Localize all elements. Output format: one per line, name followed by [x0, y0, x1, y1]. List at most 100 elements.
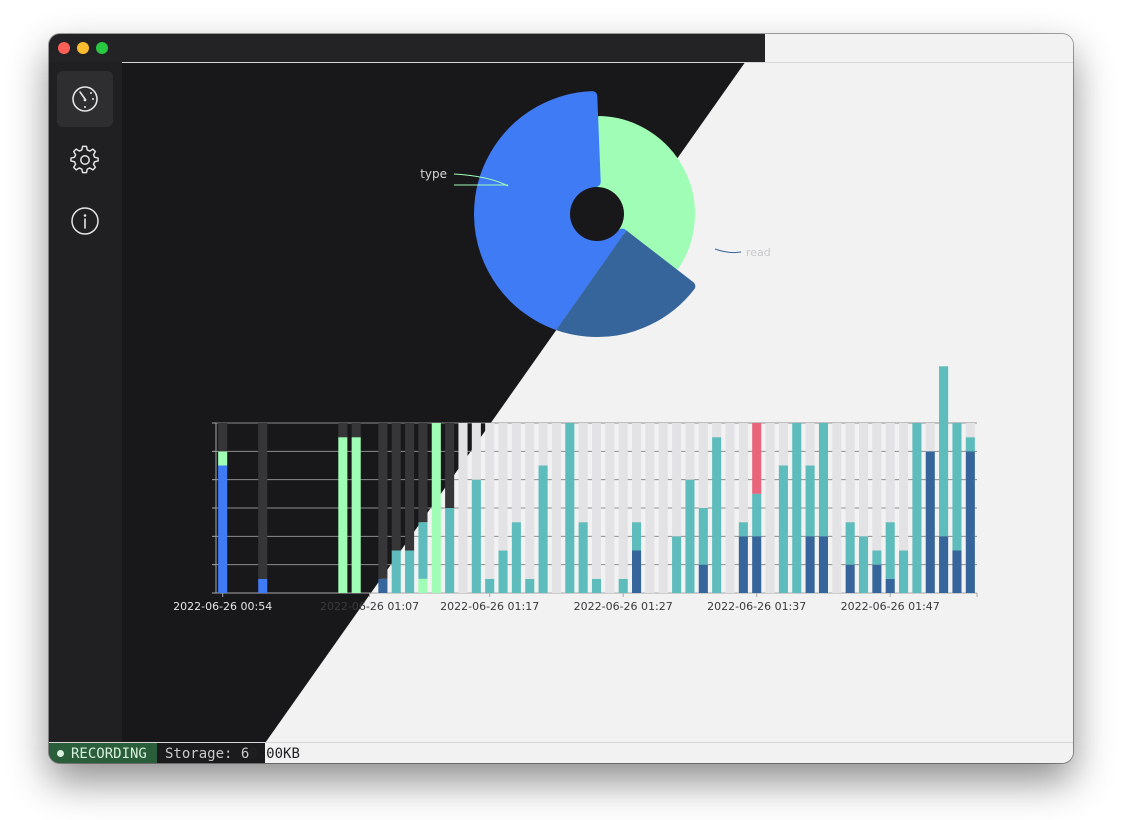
bar-segment-alert — [752, 423, 762, 494]
bar-background — [658, 423, 668, 593]
bar-background — [591, 423, 602, 579]
bar-segment-read — [965, 451, 975, 593]
bar-segment-other — [899, 550, 909, 593]
bar-background — [725, 423, 735, 593]
title-bar — [49, 34, 1073, 63]
bar-background — [218, 423, 228, 452]
bar-segment-other — [538, 465, 548, 593]
bar-segment-read — [845, 564, 855, 593]
bar-background — [498, 423, 508, 551]
bar-background — [698, 423, 708, 508]
bar-segment-other — [591, 578, 602, 593]
bar-background — [351, 423, 361, 438]
status-bar: RECORDING Storage: 6 0.00KB — [49, 742, 1073, 763]
bar-background — [338, 423, 348, 438]
bar-segment-read — [698, 564, 708, 593]
bar-segment-type — [218, 451, 228, 466]
bar-background — [738, 423, 748, 523]
bar-segment-read — [872, 564, 882, 593]
bar-segment-other — [418, 522, 428, 579]
bar-segment-other — [845, 522, 855, 565]
bar-segment-other — [578, 522, 588, 593]
bar-background — [832, 423, 842, 593]
bar-segment-other — [565, 423, 575, 593]
bar-segment-other — [445, 508, 455, 593]
bar-segment-other — [698, 508, 708, 565]
bar-background — [925, 423, 935, 452]
bar-segment-read — [752, 536, 762, 593]
bar-segment-other — [485, 578, 495, 593]
bar-background — [538, 423, 548, 466]
bar-segment-other — [618, 578, 628, 593]
bar-segment-read — [738, 536, 748, 593]
bar-background — [511, 423, 521, 523]
stacked-bar-chart: 2022-06-26 00:54 2022-06-26 01:07 2022-06-… — [173, 366, 978, 613]
bar-segment-other — [752, 493, 762, 537]
bar-background — [885, 423, 895, 523]
bar-background — [418, 423, 428, 523]
bar-segment-read — [818, 536, 829, 593]
bar-background — [458, 423, 468, 593]
bar-background — [712, 423, 722, 438]
bar-segment-other — [792, 423, 802, 593]
maximize-window-button[interactable] — [96, 42, 108, 54]
bar-segment-type — [431, 423, 441, 593]
bar-segment-read — [805, 536, 815, 593]
bar-segment-read — [258, 578, 268, 593]
bar-background — [605, 423, 615, 593]
close-window-button[interactable] — [58, 42, 70, 54]
rose-pie-chart: type read — [420, 91, 771, 337]
bar-background — [378, 423, 388, 579]
bar-background — [805, 423, 815, 466]
bar-segment-read — [939, 536, 949, 593]
recording-badge: RECORDING — [49, 743, 157, 763]
bar-background — [858, 423, 869, 537]
bar-segment-other — [712, 437, 722, 593]
x-tick-label: 2022-06-26 01:37 — [707, 600, 806, 613]
storage-label-prefix: Storage: 6 — [165, 745, 250, 762]
pie-label-line-read — [714, 248, 742, 254]
bar-background — [391, 423, 401, 551]
bar-background — [632, 423, 642, 523]
bar-segment-other — [632, 522, 642, 551]
x-tick-label: 2022-06-26 01:27 — [574, 600, 673, 613]
bar-background — [672, 423, 682, 537]
pie-label-read: read — [746, 246, 771, 259]
bar-segment-other — [858, 536, 869, 593]
app-window: type read 2022-06-26 00:54 2022-06-26 01:0… — [49, 34, 1073, 763]
bar-background — [965, 423, 975, 438]
storage-label-suffix: 0.00KB — [249, 745, 300, 762]
bar-background — [618, 423, 628, 579]
bar-segment-other — [778, 465, 788, 593]
bar-segment-read — [632, 550, 642, 593]
bar-background — [899, 423, 909, 551]
x-tick-label: 2022-06-26 01:17 — [440, 600, 539, 613]
recording-label: RECORDING — [71, 745, 147, 762]
bar-segment-read — [218, 465, 228, 593]
bar-segment-read — [885, 578, 895, 593]
bar-segment-other — [672, 536, 682, 593]
bar-segment-other — [525, 578, 535, 593]
charts-area: type read 2022-06-26 00:54 2022-06-26 01:0… — [173, 91, 978, 613]
bar-segment-other — [885, 522, 895, 579]
bar-background — [525, 423, 535, 579]
x-tick-label: 2022-06-26 01:07 — [320, 600, 419, 613]
bar-segment-other — [391, 550, 401, 593]
bar-segment-other — [952, 423, 962, 551]
bar-background — [258, 423, 268, 579]
bar-background — [485, 423, 495, 579]
minimize-window-button[interactable] — [77, 42, 89, 54]
bar-segment-other — [511, 522, 521, 593]
x-tick-label: 2022-06-26 00:54 — [173, 600, 272, 613]
bar-background — [645, 423, 655, 593]
bar-segment-other — [471, 479, 481, 593]
bar-segment-other — [498, 550, 508, 593]
bar-segment-type — [418, 578, 428, 593]
bar-background — [551, 423, 561, 593]
bar-background — [405, 423, 415, 551]
bar-background — [578, 423, 588, 523]
storage-indicator: Storage: 6 0.00KB — [165, 743, 300, 763]
bar-segment-other — [965, 437, 975, 452]
bar-background — [471, 423, 481, 480]
bar-segment-other — [939, 366, 949, 537]
